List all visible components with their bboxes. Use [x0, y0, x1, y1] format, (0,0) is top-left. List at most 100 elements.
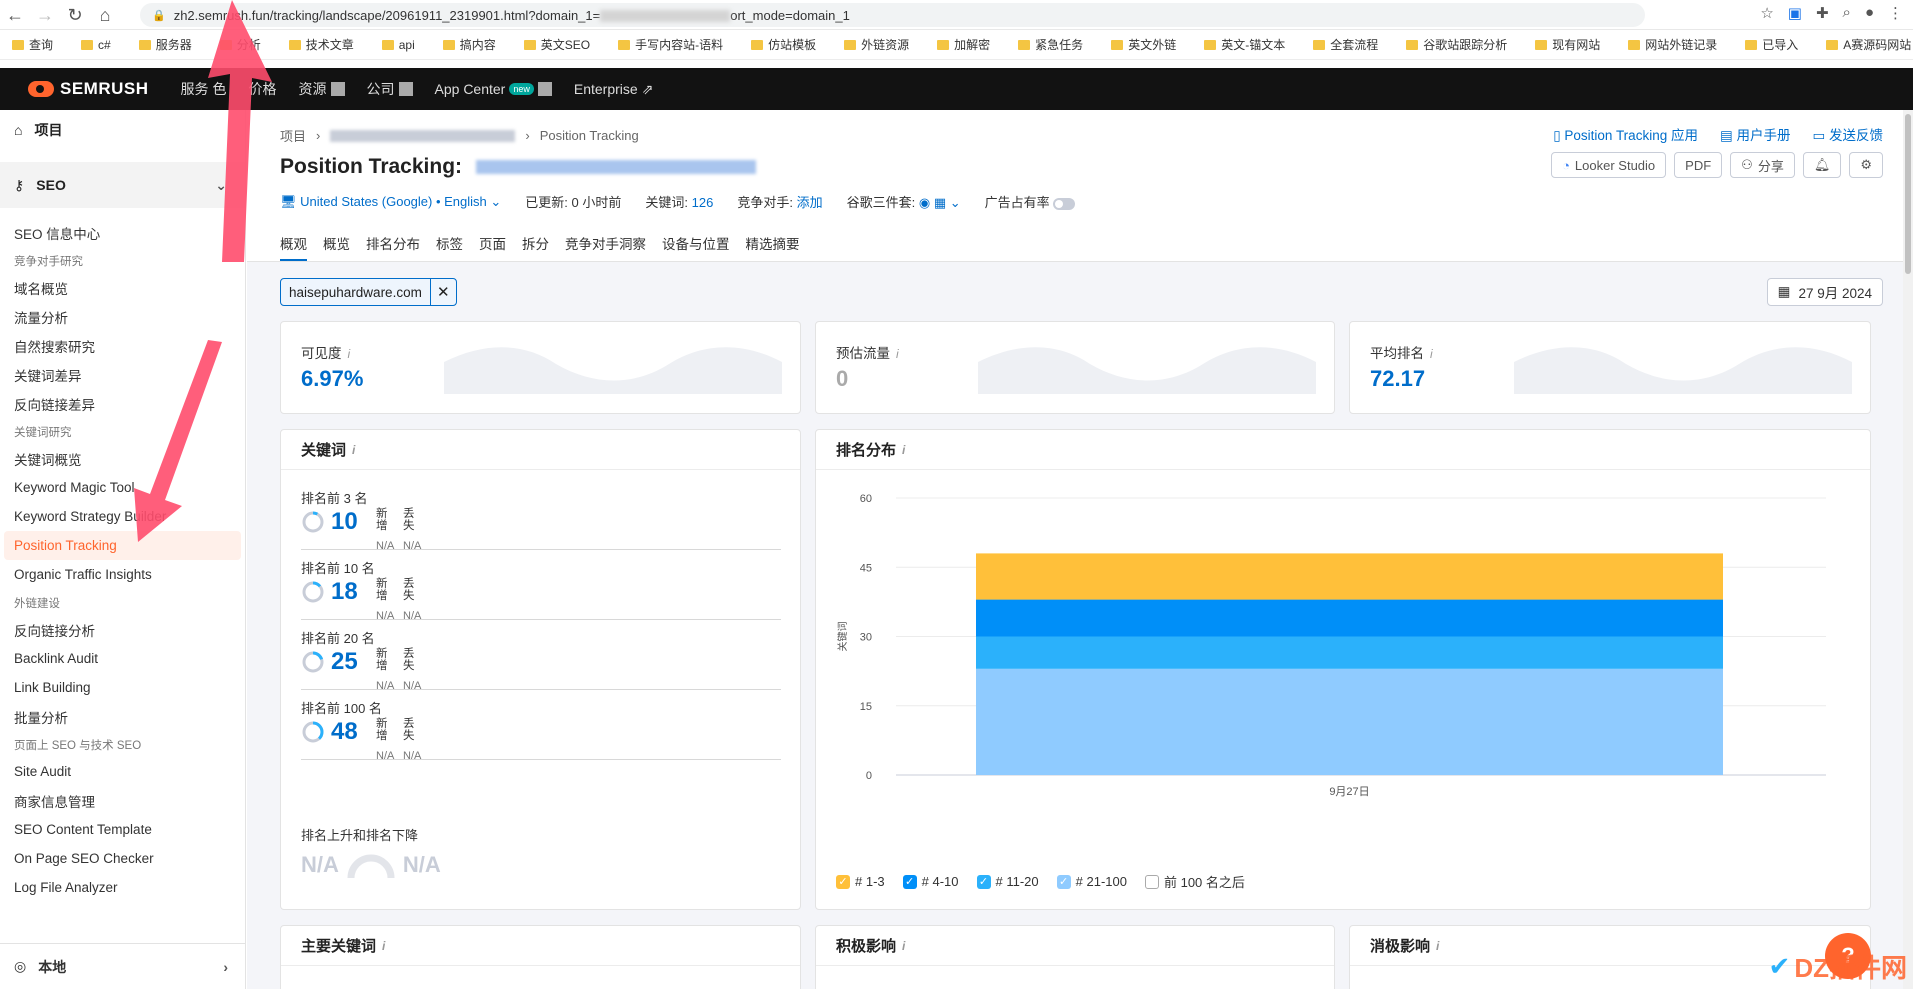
nav-app-center[interactable]: App Center new [435, 81, 552, 97]
sidebar-item[interactable]: 商家信息管理 [0, 786, 245, 815]
feedback-link[interactable]: ▭ 发送反馈 [1812, 124, 1883, 144]
legend-item[interactable]: ✓ # 4-10 [902, 872, 959, 891]
reload-icon[interactable]: ↻ [60, 1, 90, 29]
sidebar-item[interactable]: 关键词概览 [0, 444, 245, 473]
info-icon[interactable]: i [382, 939, 385, 953]
legend-checkbox[interactable]: ✓ [902, 874, 917, 889]
keyword-rank-row[interactable]: 排名前 100 名 48 新增 丢失 N/A N/A [301, 690, 781, 762]
sidebar-projects[interactable]: ⌂ 项目 [0, 110, 245, 150]
bookmark-item[interactable]: 英文外链 [1111, 36, 1176, 53]
pdf-button[interactable]: PDF [1674, 152, 1723, 178]
report-tab[interactable]: 页面 [479, 233, 506, 261]
share-button[interactable]: ⚇ 分享 [1730, 152, 1795, 178]
bookmark-item[interactable]: 搞内容 [442, 36, 496, 53]
bar-segment[interactable] [976, 668, 1723, 775]
bookmark-item[interactable]: 英文-锚文本 [1204, 36, 1285, 53]
breadcrumb-project-name[interactable] [330, 129, 516, 142]
bookmark-item[interactable]: 查询 [12, 36, 53, 53]
bar-segment[interactable] [976, 553, 1723, 600]
legend-item[interactable]: 前 100 名之后 [1144, 872, 1245, 891]
report-tab[interactable]: 设备与位置 [662, 233, 730, 261]
sidebar-item[interactable]: Site Audit [0, 757, 245, 786]
info-icon[interactable]: i [902, 939, 905, 953]
info-icon[interactable]: i [1436, 939, 1439, 953]
bookmark-item[interactable]: 谷歌站跟踪分析 [1406, 36, 1507, 53]
bar-segment[interactable] [976, 636, 1723, 669]
search-icon[interactable]: ⌕ [1843, 4, 1851, 22]
keyword-rank-row[interactable]: 排名前 10 名 18 新增 丢失 N/A N/A [301, 550, 781, 622]
sidebar-seo[interactable]: ⚷ SEO ⌄ [0, 162, 245, 208]
bookmark-item[interactable]: 仿站模板 [751, 36, 816, 53]
legend-checkbox[interactable]: ✓ [1056, 874, 1071, 889]
keyword-rank-row[interactable]: 排名前 3 名 10 新增 丢失 N/A N/A [301, 480, 781, 552]
nav-pricing[interactable]: 价格 [249, 79, 277, 99]
add-competitor-link[interactable]: 添加 [797, 195, 823, 210]
sidebar-local[interactable]: ◎ 本地 › [0, 943, 246, 989]
sidebar-item[interactable]: 自然搜索研究 [0, 331, 245, 360]
bookmark-item[interactable]: 技术文章 [288, 36, 354, 53]
sidebar-item[interactable]: Organic Traffic Insights [0, 560, 245, 589]
info-icon[interactable]: i [1430, 347, 1433, 361]
legend-checkbox[interactable]: ✓ [976, 874, 991, 889]
legend-item[interactable]: ✓ # 11-20 [976, 872, 1039, 891]
bookmark-item[interactable]: 外链资源 [844, 36, 909, 53]
legend-checkbox[interactable]: ✓ [836, 874, 850, 889]
nav-services[interactable]: 服务色 [181, 79, 227, 99]
sidebar-item[interactable]: Log File Analyzer [0, 873, 245, 902]
report-tab[interactable]: 概观 [280, 233, 307, 261]
sidebar-item[interactable]: Position Tracking [4, 531, 241, 560]
bookmark-item[interactable]: A赛源码网站 [1826, 36, 1911, 53]
serp-features[interactable]: 谷歌三件套: ◉ ▦ ⌄ [847, 192, 961, 211]
ads-toggle[interactable] [1053, 197, 1076, 210]
info-icon[interactable]: i [352, 443, 355, 457]
sidebar-item[interactable]: Keyword Magic Tool [0, 473, 245, 502]
legend-item[interactable]: ✓ # 1-3 [836, 872, 885, 891]
sidebar-item[interactable]: On Page SEO Checker [0, 844, 245, 873]
info-icon[interactable]: i [348, 347, 351, 361]
translate-icon[interactable]: ▣ [1788, 4, 1802, 22]
keyword-rank-row[interactable]: 排名前 20 名 25 新增 丢失 N/A N/A [301, 620, 781, 692]
bookmark-item[interactable]: 紧急任务 [1018, 36, 1083, 53]
sidebar-item[interactable]: Backlink Audit [0, 644, 245, 673]
puzzle-icon[interactable]: ✚ [1816, 4, 1829, 22]
looker-studio-button[interactable]: ◔ Looker Studio [1551, 152, 1667, 178]
report-tab[interactable]: 竞争对手洞察 [565, 233, 646, 261]
report-tab[interactable]: 排名分布 [366, 233, 420, 261]
home-icon[interactable]: ⌂ [90, 1, 120, 29]
location-selector[interactable]: 🖥︎ United States (Google) • English ⌄ [280, 194, 501, 210]
sidebar-item[interactable]: Keyword Strategy Builder [0, 502, 245, 531]
nav-company[interactable]: 公司 [367, 79, 413, 99]
address-bar[interactable]: 🔒 zh2.semrush.fun/tracking/landscape/209… [140, 3, 1645, 27]
notifications-button[interactable]: 🔔︎ [1802, 152, 1842, 178]
bar-segment[interactable] [976, 599, 1723, 637]
bookmark-item[interactable]: c# [81, 38, 111, 52]
sidebar-item[interactable]: 关键词差异 [0, 360, 245, 389]
legend-checkbox[interactable] [1144, 874, 1159, 889]
bookmark-item[interactable]: api [381, 38, 415, 52]
back-icon[interactable]: ← [0, 1, 30, 29]
sidebar-item-seo-dashboard[interactable]: SEO 信息中心 [0, 218, 245, 247]
breadcrumb-projects[interactable]: 项目 [280, 126, 306, 145]
page-scrollbar[interactable] [1903, 110, 1913, 989]
sidebar-item[interactable]: 域名概览 [0, 273, 245, 302]
forward-icon[interactable]: → [30, 1, 60, 29]
scrollbar-thumb[interactable] [1905, 114, 1911, 274]
date-picker[interactable]: ▦ 27 9月 2024 [1766, 278, 1883, 306]
settings-button[interactable]: ⚙ [1849, 152, 1883, 178]
bookmark-item[interactable]: 网站外链记录 [1628, 36, 1717, 53]
info-icon[interactable]: i [896, 347, 899, 361]
sidebar-item[interactable]: 反向链接差异 [0, 389, 245, 418]
report-tab[interactable]: 拆分 [522, 233, 549, 261]
bookmark-item[interactable]: 手写内容站-语料 [618, 36, 723, 53]
menu-icon[interactable]: ⋮ [1888, 4, 1903, 22]
report-tab[interactable]: 标签 [436, 233, 463, 261]
manual-link[interactable]: ▤ 用户手册 [1720, 124, 1791, 144]
legend-item[interactable]: ✓ # 21-100 [1056, 872, 1127, 891]
bookmark-item[interactable]: 现有网站 [1535, 36, 1600, 53]
bookmark-item[interactable]: 英文SEO [523, 36, 590, 53]
profile-icon[interactable]: ● [1865, 4, 1874, 22]
nav-resources[interactable]: 资源 [299, 79, 345, 99]
report-tab[interactable]: 概览 [323, 233, 350, 261]
app-link[interactable]: ▯ Position Tracking 应用 [1553, 124, 1698, 144]
sidebar-item[interactable]: 流量分析 [0, 302, 245, 331]
